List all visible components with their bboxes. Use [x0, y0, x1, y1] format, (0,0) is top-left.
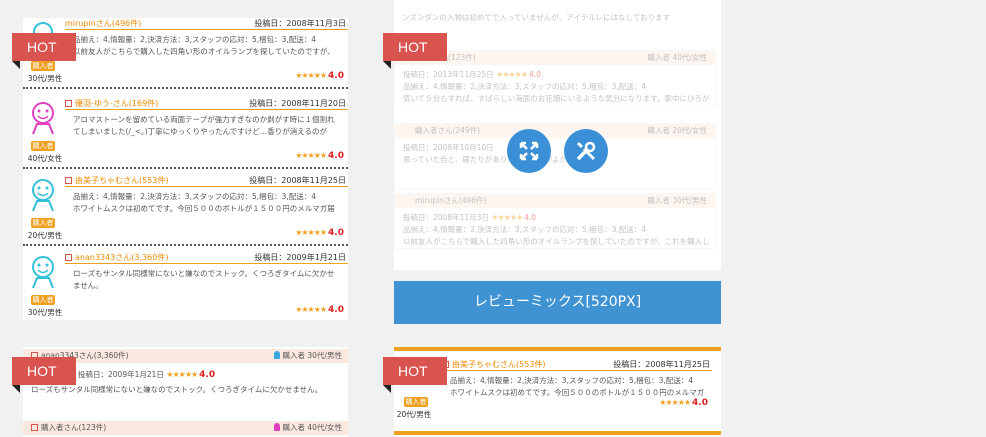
faded-top-text: ンズンダンの入物は初めてで入っていまぜんが、アイテルレにはなしております	[402, 13, 671, 22]
buyer-badge: 購入者	[404, 397, 428, 407]
buyer-badge: 購入者	[31, 61, 55, 71]
reviewer-name[interactable]: 由美子ちゃむさん(553件)	[65, 175, 169, 186]
buyer-badge: 購入者	[31, 218, 55, 228]
rating: ★★★★★ 4.0	[295, 305, 344, 315]
stars-icon: ★★★★★	[295, 228, 327, 237]
review-body: 品揃え：4,情報量：2,決済方法：3,スタッフの応対：5,梱包：3,配送：4 ホワ…	[450, 376, 705, 397]
reviewer-age: 40代/女性	[27, 154, 63, 163]
stars-icon: ★★★★★	[166, 370, 198, 379]
reviewer-name[interactable]: mirupinさん(496件)	[65, 18, 141, 29]
rating: ★★★★★ 4.0	[659, 398, 708, 408]
rating: ★★★★★ 4.0	[295, 228, 344, 238]
hot-ribbon: HOT	[383, 357, 447, 393]
review-panel-left-top: mirupinさん(496件) 投稿日：2008年11月3日 品揃え：4,情報量…	[23, 18, 348, 320]
buyer-badge: 購入者	[31, 141, 55, 151]
stars-icon: ★★★★★	[295, 151, 327, 160]
review-date: 投稿日：2008年11月20日	[249, 99, 346, 108]
review-date: 投稿日：2009年1月21日	[78, 370, 164, 379]
reviewer-name[interactable]: 購入者さん(123件)	[41, 423, 106, 432]
hot-ribbon: HOT	[383, 33, 447, 69]
reviewer-age: 30代/男性	[27, 308, 63, 317]
buyer-info: 購入者 30代/男性	[282, 351, 342, 360]
expand-icon[interactable]	[507, 129, 551, 173]
review-date: 投稿日：2009年1月21日	[254, 253, 346, 262]
review-body: ローズもサンタル同様常にないと嫌なのでストック。くつろぎタイムに欠かせません。	[31, 385, 323, 394]
reviewer-name[interactable]: 優羽-ゆう-さん(169件)	[65, 98, 158, 109]
rating: 4.0	[199, 370, 216, 380]
review-item: 由美子ちゃむさん(553件) 投稿日：2008年11月25日 品揃え：4,情報量…	[23, 169, 348, 246]
review-body: 品揃え：4,情報量：2,決済方法：3,スタッフの応対：5,梱包：3,配送：4 ホワ…	[73, 192, 335, 213]
buyer-info: 購入者 40代/女性	[282, 423, 342, 432]
faded-review: 購入者さん(249件) 購入者 20代/女性 投稿日：2008年10月10日 思っ…	[394, 123, 716, 189]
buyer-badge: 購入者	[31, 295, 55, 305]
review-item: anan3343さん(3,360件) 投稿日：2009年1月21日 ローズもサン…	[23, 246, 348, 320]
review-body: ローズもサンタル同様常にないと嫌なのでストック。くつろぎタイムに欠かせません。	[73, 269, 335, 290]
review-item: 優羽-ゆう-さん(169件) 投稿日：2008年11月20日 アロマストーンを留…	[23, 92, 348, 169]
stars-icon: ★★★★★	[659, 398, 691, 407]
review-date: 投稿日：2008年11月25日	[613, 360, 710, 369]
stars-icon: ★★★★★	[295, 71, 327, 80]
review-body: アロマストーンを留めている両面テープが強力すぎなのか剥がす時に１個割れ てしまいま…	[73, 115, 335, 136]
review-body: 品揃え：4,情報量：2,決済方法：3,スタッフの応対：5,梱包：3,配送：4 以前…	[73, 35, 335, 56]
rating: ★★★★★ 4.0	[295, 151, 344, 161]
rating: ★★★★★ 4.0	[295, 71, 344, 81]
reviewer-age: 20代/男性	[396, 410, 432, 419]
hot-ribbon: HOT	[12, 357, 76, 393]
review-mix-button[interactable]: レビューミックス[520PX]	[394, 281, 721, 324]
review-date: 投稿日：2008年11月3日	[254, 19, 346, 28]
stars-icon: ★★★★★	[295, 305, 327, 314]
reviewer-age: 20代/男性	[27, 231, 63, 240]
tools-icon[interactable]	[564, 129, 608, 173]
faded-review: mirupinさん(496件) 購入者 30代/男性 投稿日：2008年11月3日…	[394, 193, 716, 249]
reviewer-name[interactable]: anan3343さん(3,360件)	[65, 252, 168, 263]
avatar-icon	[32, 102, 54, 135]
avatar-icon	[32, 256, 54, 289]
hot-ribbon: HOT	[12, 33, 76, 69]
reviewer-age: 30代/男性	[27, 74, 63, 83]
avatar-icon	[32, 179, 54, 212]
review-date: 投稿日：2008年11月25日	[249, 176, 346, 185]
reviewer-name[interactable]: 由美子ちゃむさん(553件)	[442, 359, 546, 370]
